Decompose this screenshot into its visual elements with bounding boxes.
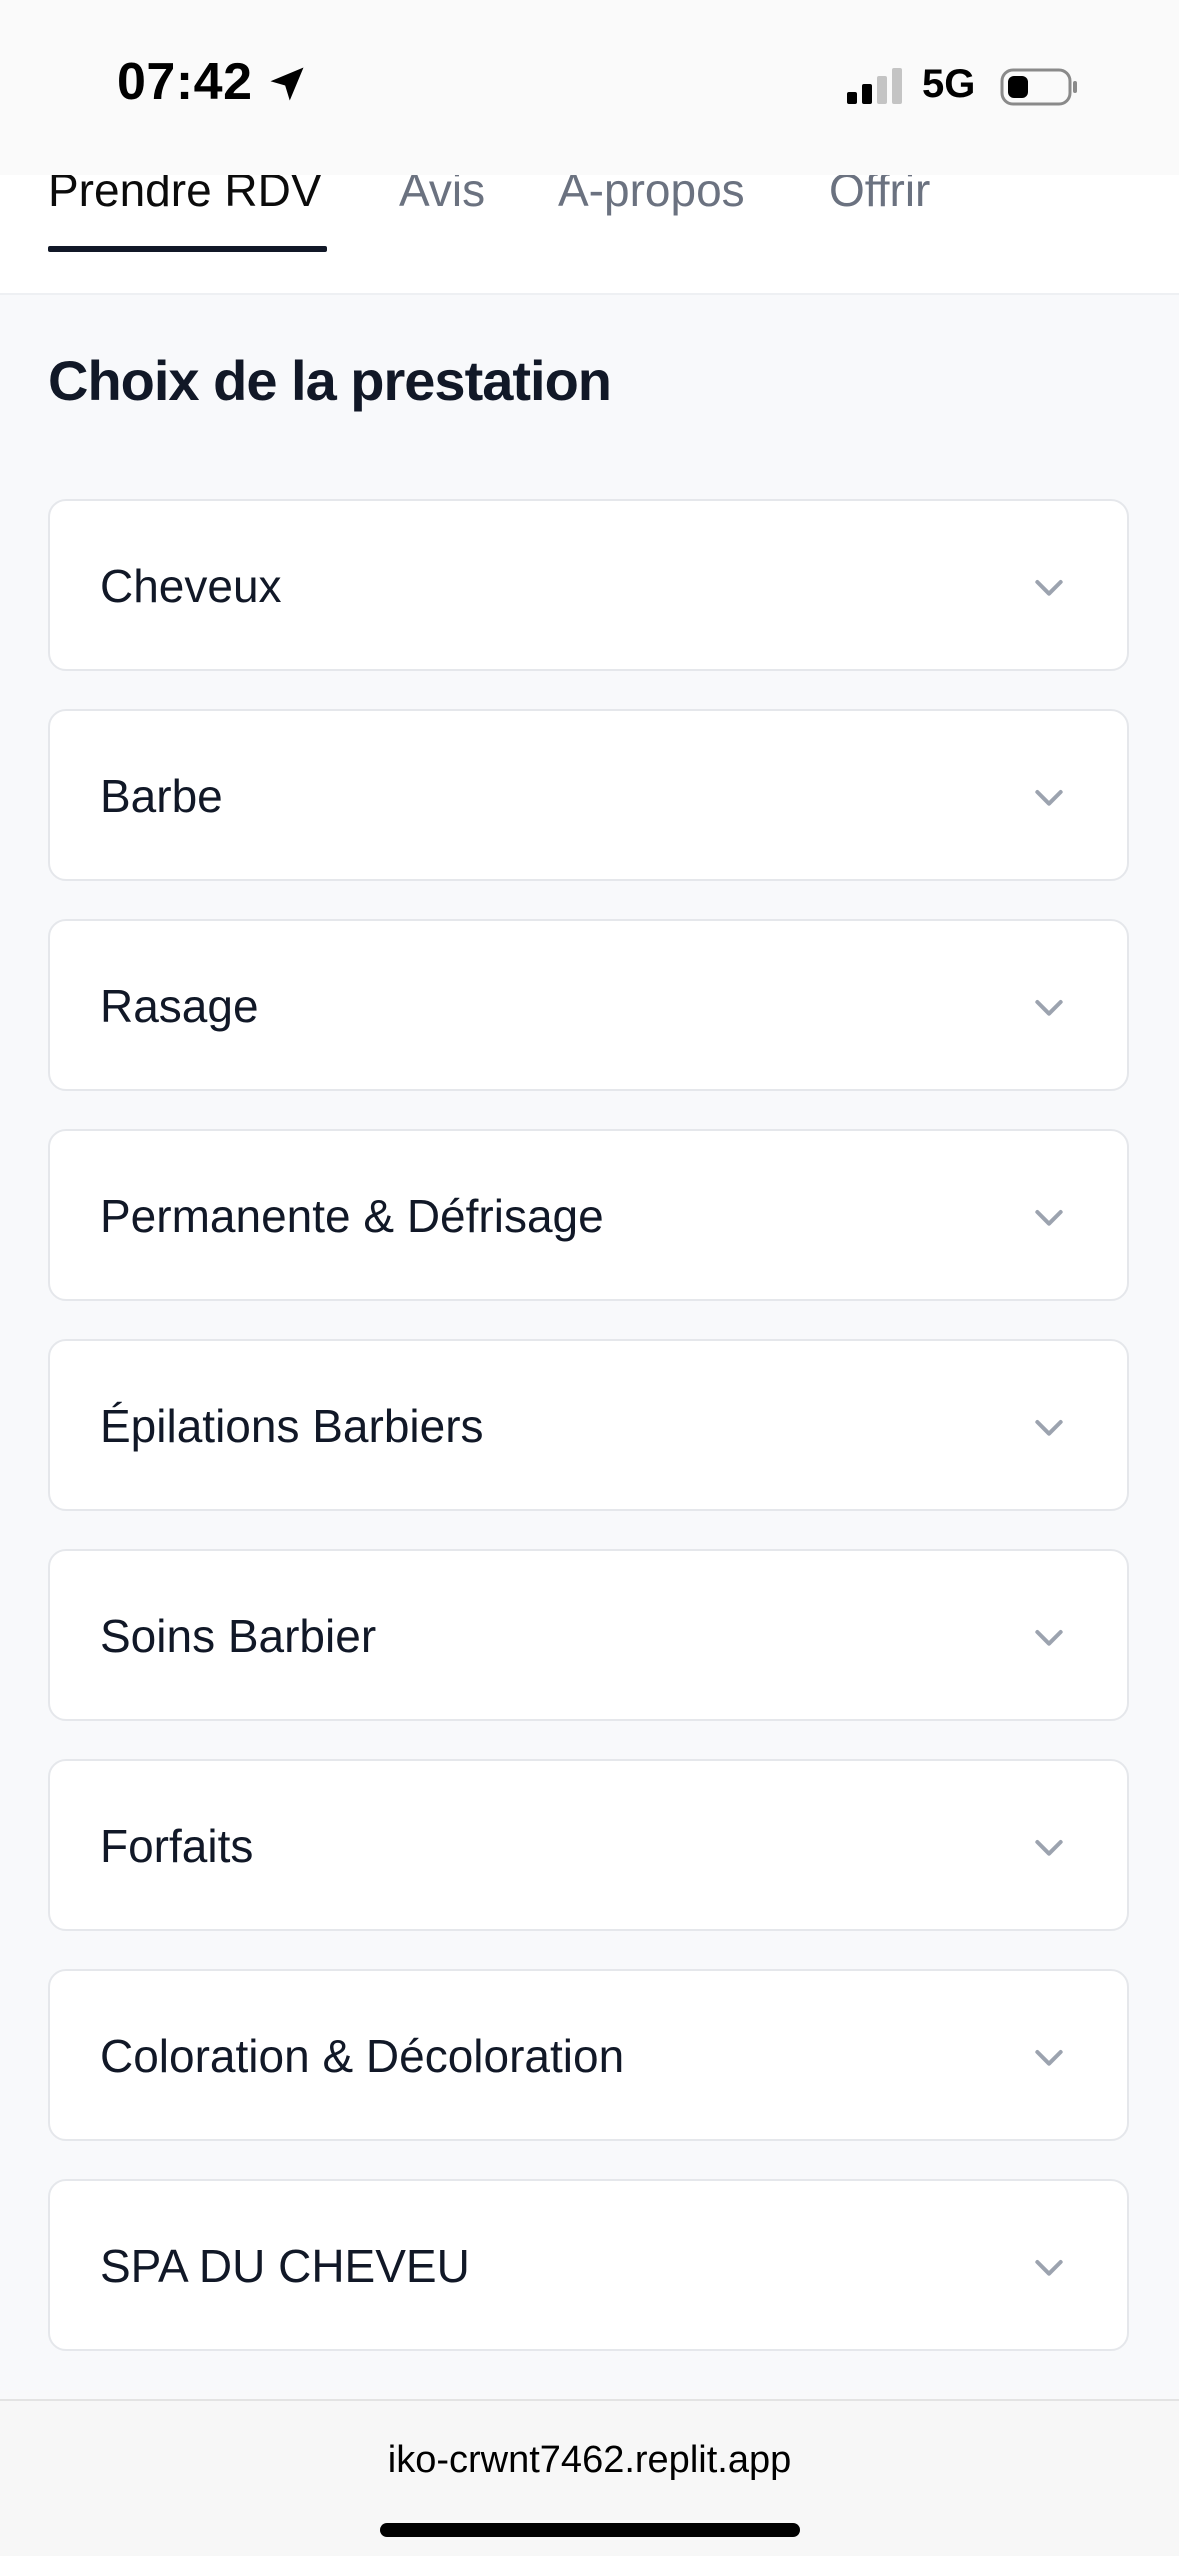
battery-icon	[1000, 68, 1077, 106]
category-label: Rasage	[100, 980, 259, 1032]
chevron-down-icon	[1035, 2260, 1063, 2276]
category-label: Permanente & Défrisage	[100, 1190, 604, 1242]
category-soins-barbier[interactable]: Soins Barbier	[48, 1549, 1129, 1721]
active-tab-indicator	[48, 246, 327, 252]
category-label: Barbe	[100, 770, 223, 822]
chevron-down-icon	[1035, 2050, 1063, 2066]
chevron-down-icon	[1035, 580, 1063, 596]
url-text[interactable]: iko-crwnt7462.replit.app	[0, 2439, 1179, 2482]
location-arrow-icon	[270, 67, 304, 101]
chevron-down-icon	[1035, 1420, 1063, 1436]
cellular-signal-icon	[847, 68, 902, 104]
category-barbe[interactable]: Barbe	[48, 709, 1129, 881]
status-time: 07:42	[117, 53, 253, 111]
status-bar: 07:42 5G	[0, 0, 1179, 175]
category-rasage[interactable]: Rasage	[48, 919, 1129, 1091]
browser-url-bar[interactable]: iko-crwnt7462.replit.app	[0, 2399, 1179, 2556]
category-permanente-defrisage[interactable]: Permanente & Défrisage	[48, 1129, 1129, 1301]
page-title: Choix de la prestation	[48, 349, 612, 412]
chevron-down-icon	[1035, 1840, 1063, 1856]
category-label: Coloration & Décoloration	[100, 2030, 625, 2082]
category-forfaits[interactable]: Forfaits	[48, 1759, 1129, 1931]
network-label: 5G	[922, 62, 976, 106]
category-label: Épilations Barbiers	[100, 1400, 484, 1452]
tab-bar: Prendre RDV Avis A-propos Offrir	[0, 164, 1179, 295]
app-screen: 07:42 5G Prendre RDV Avis A-propos Offri…	[0, 0, 1179, 2556]
category-label: Cheveux	[100, 560, 282, 612]
category-label: Soins Barbier	[100, 1610, 377, 1662]
category-spa-du-cheveu[interactable]: SPA DU CHEVEU	[48, 2179, 1129, 2351]
category-label: SPA DU CHEVEU	[100, 2240, 470, 2292]
category-epilations-barbiers[interactable]: Épilations Barbiers	[48, 1339, 1129, 1511]
chevron-down-icon	[1035, 1630, 1063, 1646]
home-indicator[interactable]	[380, 2523, 800, 2537]
category-coloration-decoloration[interactable]: Coloration & Décoloration	[48, 1969, 1129, 2141]
chevron-down-icon	[1035, 790, 1063, 806]
chevron-down-icon	[1035, 1000, 1063, 1016]
category-cheveux[interactable]: Cheveux	[48, 499, 1129, 671]
chevron-down-icon	[1035, 1210, 1063, 1226]
category-label: Forfaits	[100, 1820, 254, 1872]
